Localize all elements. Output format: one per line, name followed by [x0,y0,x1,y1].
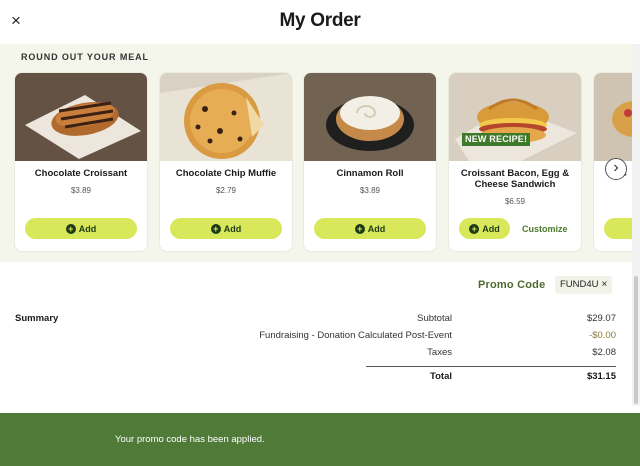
product-name: Chocolate Chip Muffie [175,168,277,179]
add-button[interactable] [604,218,632,239]
add-button[interactable]: + Add [314,218,426,239]
product-name: Croissant Bacon, Egg & Cheese Sandwich [460,168,570,190]
plus-icon: + [210,223,221,234]
croissant-sandwich-image [449,73,581,161]
product-card[interactable]: NEW RECIPE! Croissant Bacon, Egg & Chees… [449,73,581,251]
add-label: Add [482,223,500,234]
product-card[interactable]: Cinnamon Roll $3.89 + Add [304,73,436,251]
product-name: Chocolate Croissant [34,168,128,179]
total-label: Total [430,371,452,382]
product-name: Cinnamon Roll [336,168,404,179]
summary-row-value: -$0.00 [589,330,616,341]
summary-heading: Summary [15,313,59,324]
promo-code-chip: FUND4U × [555,276,613,294]
remove-promo-icon[interactable]: × [602,279,608,290]
add-button[interactable]: + Add [170,218,282,239]
summary-divider [366,366,616,367]
suggestions-carousel: Chocolate Croissant $3.89 + Add Chocolat… [15,73,632,253]
cinnamon-roll-image [304,73,436,161]
new-recipe-badge: NEW RECIPE! [462,133,531,146]
add-label: Add [367,223,386,234]
summary-row-value: $2.08 [592,347,616,358]
product-price: $3.89 [70,186,92,195]
plus-icon: + [354,223,365,234]
promo-code-label: Promo Code [478,279,546,291]
customize-button[interactable]: Customize [522,224,568,234]
product-card[interactable]: Chocolate Chip Muffie $2.79 + Add [160,73,292,251]
summary-row-label: Taxes [427,347,452,358]
chocolate-chip-muffie-image [160,73,292,161]
product-price: $3.89 [359,186,381,195]
toast-message: Your promo code has been applied. [115,434,265,445]
product-card[interactable]: Chocolate Croissant $3.89 + Add [15,73,147,251]
suggestions-heading: ROUND OUT YOUR MEAL [21,52,149,62]
header: × My Order [0,0,640,44]
product-image [594,73,632,161]
meal-suggestions: ROUND OUT YOUR MEAL Chocolate Croissant … [0,44,632,262]
promo-toast: Your promo code has been applied. [0,413,640,466]
chocolate-croissant-image [15,73,147,161]
chevron-right-icon[interactable]: › [605,158,627,180]
add-label: Add [223,223,242,234]
order-page: × My Order ROUND OUT YOUR MEAL Chocolate… [0,0,640,466]
summary-row-label: Subtotal [417,313,452,324]
promo-code-value: FUND4U [560,279,599,290]
add-button[interactable]: + Add [25,218,137,239]
plus-icon: + [469,223,480,234]
summary-row-label: Fundraising - Donation Calculated Post-E… [259,330,452,341]
add-label: Add [78,223,97,234]
summary-row-value: $29.07 [586,313,616,324]
add-button[interactable]: + Add [459,218,510,239]
plus-icon: + [65,223,76,234]
product-price: $2.79 [215,186,237,195]
scrollbar-thumb[interactable] [634,276,638,404]
total-value: $31.15 [586,371,616,382]
product-price: $6.59 [504,197,526,206]
page-title: My Order [279,10,361,31]
